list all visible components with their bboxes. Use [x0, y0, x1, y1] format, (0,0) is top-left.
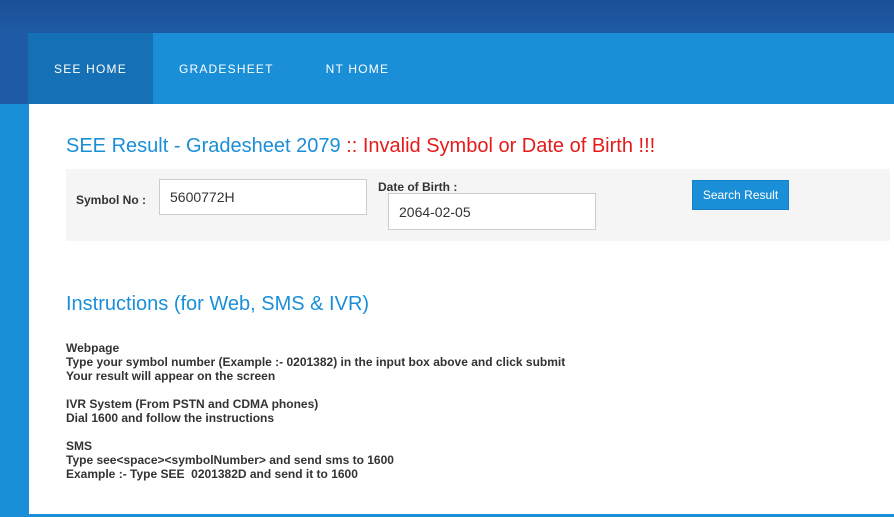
sms-line-1: Type see<space><symbolNumber> and send s…: [66, 453, 394, 467]
nav-gradesheet[interactable]: GRADESHEET: [153, 33, 300, 104]
nav-nt-home[interactable]: NT HOME: [300, 33, 416, 104]
side-strip: [0, 104, 29, 517]
search-form: Symbol No : Date of Birth : Search Resul…: [66, 169, 890, 241]
nav-see-home[interactable]: SEE HOME: [28, 33, 153, 104]
error-message: :: Invalid Symbol or Date of Birth !!!: [340, 135, 656, 157]
sms-line-2: Example :- Type SEE 0201382D and send it…: [66, 467, 358, 481]
dob-input[interactable]: [388, 193, 596, 230]
page-title-text: SEE Result - Gradesheet 2079: [66, 135, 341, 157]
page-title: SEE Result - Gradesheet 2079 :: Invalid …: [66, 135, 655, 158]
header-left-band: [0, 33, 29, 104]
instructions-body: Webpage Type your symbol number (Example…: [66, 341, 565, 481]
main-content: SEE Result - Gradesheet 2079 :: Invalid …: [29, 104, 894, 515]
dob-label: Date of Birth :: [378, 180, 458, 194]
header-banner: [0, 0, 894, 33]
symbol-label: Symbol No :: [76, 193, 147, 207]
search-result-button[interactable]: Search Result: [692, 180, 789, 210]
symbol-input[interactable]: [159, 179, 367, 215]
webpage-line-2: Your result will appear on the screen: [66, 369, 276, 383]
sms-title: SMS: [66, 439, 93, 453]
webpage-line-1: Type your symbol number (Example :- 0201…: [66, 355, 566, 369]
main-navbar: SEE HOME GRADESHEET NT HOME: [28, 33, 894, 104]
webpage-title: Webpage: [66, 341, 120, 355]
ivr-title: IVR System (From PSTN and CDMA phones): [66, 397, 319, 411]
instructions-heading: Instructions (for Web, SMS & IVR): [66, 293, 370, 315]
ivr-line-1: Dial 1600 and follow the instructions: [66, 411, 275, 425]
